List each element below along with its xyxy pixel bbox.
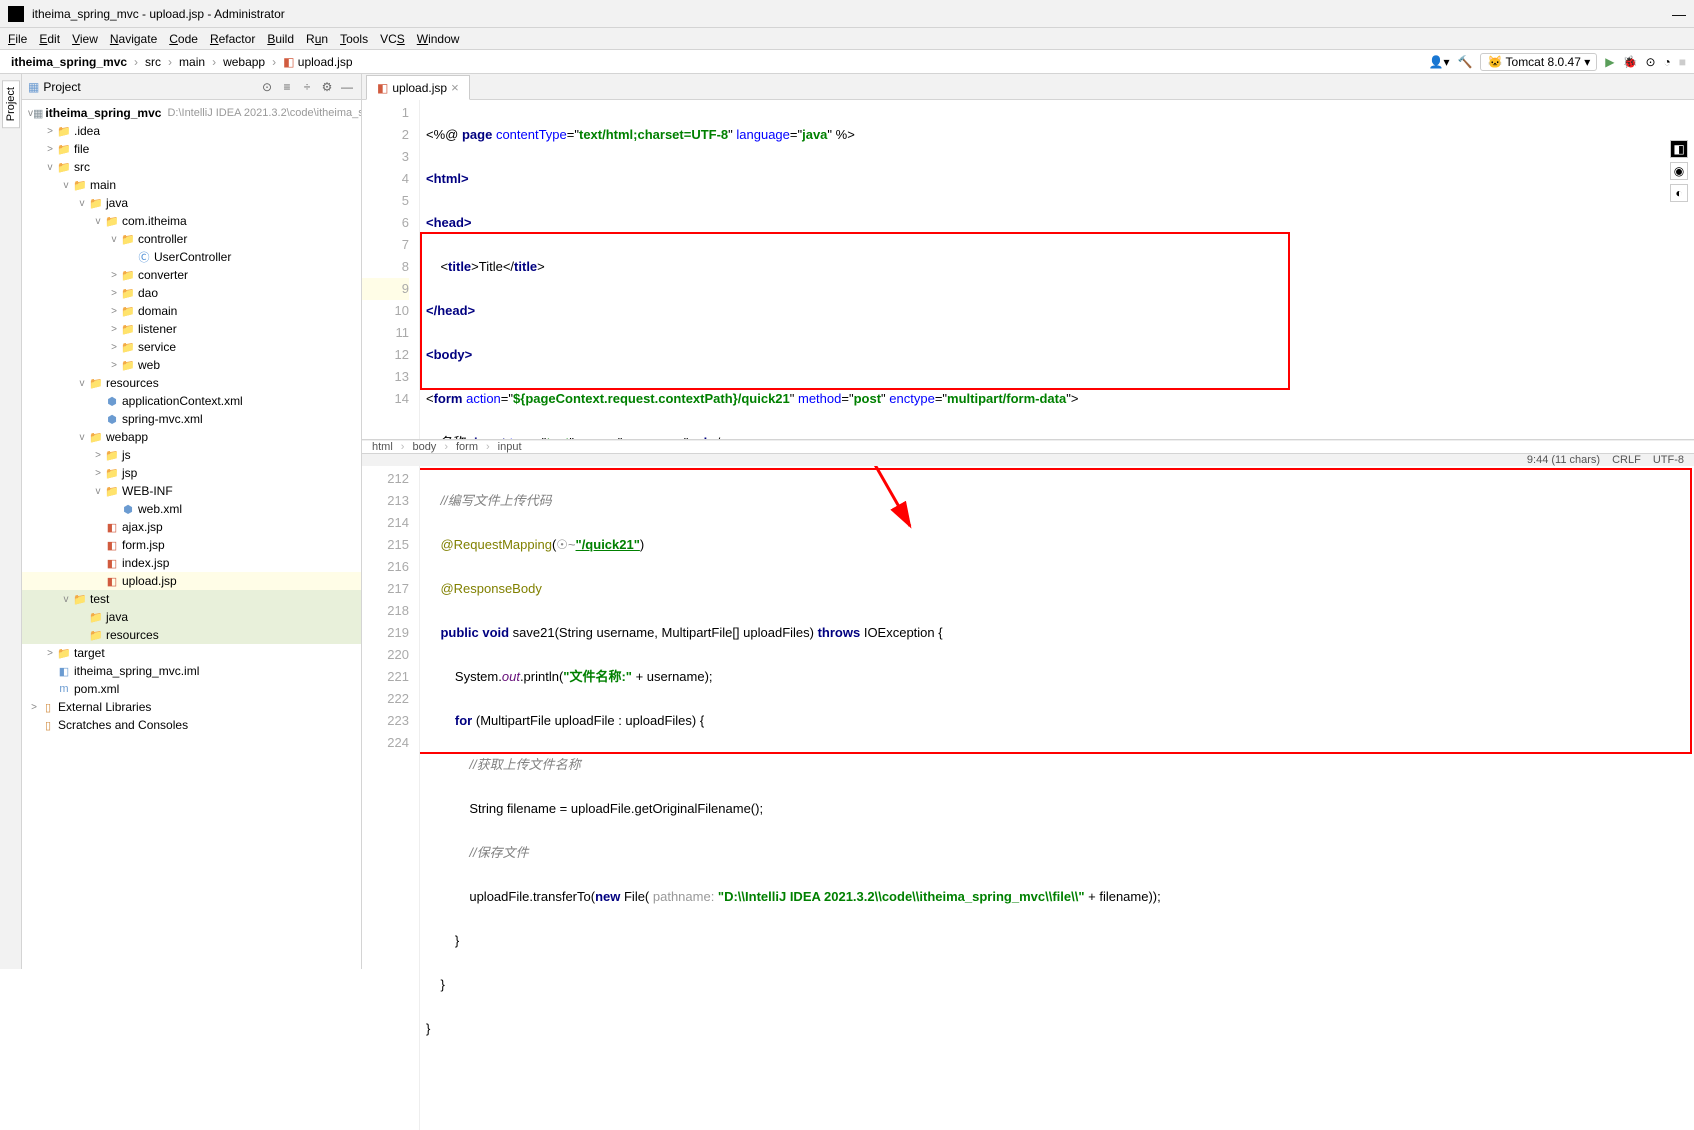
editor-pane-jsp[interactable]: 1234567891011121314 <%@ page contentType… [362,100,1694,440]
menu-tools[interactable]: Tools [336,32,372,46]
sidebar-title: Project [43,80,255,94]
tree-item-web[interactable]: >📁web [22,356,361,374]
tree-item-upload.jsp[interactable]: ◧upload.jsp [22,572,361,590]
tree-item-com.itheima[interactable]: v📁com.itheima [22,212,361,230]
coverage-icon[interactable]: ⊙ [1645,55,1655,69]
gutter-bottom: 212213214215216217218219220221222223224 [362,466,420,1130]
tab-upload-jsp[interactable]: ◧upload.jsp× [366,75,470,100]
tree-item-itheima_spring_mvc.iml[interactable]: ◧itheima_spring_mvc.iml [22,662,361,680]
tree-item-UserController[interactable]: ⒸUserController [22,248,361,266]
tree-item-resources[interactable]: 📁resources [22,626,361,644]
titlebar: itheima_spring_mvc - upload.jsp - Admini… [0,0,1694,28]
bc-src[interactable]: src [142,55,164,69]
menu-window[interactable]: Window [413,32,464,46]
editor-statusbar: 9:44 (11 chars) CRLF UTF-8 [362,453,1694,466]
tree-item-src[interactable]: v📁src [22,158,361,176]
line-ending[interactable]: CRLF [1612,454,1641,466]
tree-scratches[interactable]: ▯ Scratches and Consoles [22,716,361,734]
tree-item-listener[interactable]: >📁listener [22,320,361,338]
tree-external-libs[interactable]: >▯ External Libraries [22,698,361,716]
menubar: File Edit View Navigate Code Refactor Bu… [0,28,1694,50]
collapse-icon[interactable]: ÷ [299,80,315,94]
stop-icon[interactable]: ■ [1679,55,1686,69]
bc-main[interactable]: main [176,55,208,69]
user-icon[interactable]: 👤▾ [1429,55,1450,69]
tree-item-converter[interactable]: >📁converter [22,266,361,284]
settings-icon[interactable]: ⚙ [319,80,335,94]
menu-refactor[interactable]: Refactor [206,32,259,46]
expand-icon[interactable]: ≡ [279,80,295,94]
chrome-icon[interactable]: ◉ [1670,162,1688,180]
tree-item-java[interactable]: 📁java [22,608,361,626]
tree-item-ajax.jsp[interactable]: ◧ajax.jsp [22,518,361,536]
tree-item-jsp[interactable]: >📁jsp [22,464,361,482]
editor-breadcrumb: html› body› form› input [362,440,1694,453]
editor-pane-java[interactable]: 212213214215216217218219220221222223224 … [362,466,1694,1130]
encoding[interactable]: UTF-8 [1653,454,1684,466]
tree-item-dao[interactable]: >📁dao [22,284,361,302]
tree-item-main[interactable]: v📁main [22,176,361,194]
window-title: itheima_spring_mvc - upload.jsp - Admini… [32,7,1672,21]
tree-item-.idea[interactable]: >📁.idea [22,122,361,140]
window-controls: — [1672,6,1686,22]
menu-build[interactable]: Build [263,32,298,46]
ide-icon[interactable]: ◧ [1670,140,1688,158]
nav-breadcrumbs: itheima_spring_mvc› src› main› webapp› ◧… [0,50,1694,74]
menu-view[interactable]: View [68,32,102,46]
tree-item-file[interactable]: >📁file [22,140,361,158]
tree-item-index.jsp[interactable]: ◧index.jsp [22,554,361,572]
bc-root[interactable]: itheima_spring_mvc [8,55,130,69]
tree-root[interactable]: v▦ itheima_spring_mvc D:\IntelliJ IDEA 2… [22,104,361,122]
project-toolwindow-tab[interactable]: Project [2,80,20,128]
menu-file[interactable]: File [4,32,31,46]
hide-icon[interactable]: — [339,80,355,94]
edge-icon[interactable]: ◐ [1670,184,1688,202]
project-sidebar: ▦ Project ⊙ ≡ ÷ ⚙ — v▦ itheima_spring_mv… [22,74,362,969]
gutter-top: 1234567891011121314 [362,100,420,439]
menu-vcs[interactable]: VCS [376,32,409,46]
sidebar-header: ▦ Project ⊙ ≡ ÷ ⚙ — [22,74,361,100]
bc-file[interactable]: ◧ upload.jsp [280,55,355,69]
profile-icon[interactable]: ◔ [1664,55,1671,69]
bc-webapp[interactable]: webapp [220,55,268,69]
tree-item-pom.xml[interactable]: mpom.xml [22,680,361,698]
close-icon[interactable]: × [451,80,459,95]
tree-item-resources[interactable]: v📁resources [22,374,361,392]
tree-item-webapp[interactable]: v📁webapp [22,428,361,446]
code-bottom[interactable]: //编写文件上传代码 @RequestMapping(☉~"/quick21")… [420,466,1694,1130]
tree-item-js[interactable]: >📁js [22,446,361,464]
editor-main: ◧upload.jsp× 1234567891011121314 <%@ pag… [362,74,1694,969]
cursor-pos: 9:44 (11 chars) [1527,454,1600,466]
editor-tabs: ◧upload.jsp× [362,74,1694,100]
debug-icon[interactable]: 🐞 [1622,55,1637,69]
build-icon[interactable]: 🔨 [1458,55,1473,69]
code-top[interactable]: <%@ page contentType="text/html;charset=… [420,100,1694,439]
menu-run[interactable]: Run [302,32,332,46]
menu-navigate[interactable]: Navigate [106,32,161,46]
tree-item-service[interactable]: >📁service [22,338,361,356]
menu-code[interactable]: Code [165,32,202,46]
tree-item-spring-mvc.xml[interactable]: ⬢spring-mvc.xml [22,410,361,428]
run-config-dropdown[interactable]: 🐱 Tomcat 8.0.47 ▾ [1480,53,1597,71]
tree-item-WEB-INF[interactable]: v📁WEB-INF [22,482,361,500]
locate-icon[interactable]: ⊙ [259,80,275,94]
tree-item-web.xml[interactable]: ⬢web.xml [22,500,361,518]
tree-item-applicationContext.xml[interactable]: ⬢applicationContext.xml [22,392,361,410]
tree-item-java[interactable]: v📁java [22,194,361,212]
minimize-icon[interactable]: — [1672,6,1686,22]
tree-item-domain[interactable]: >📁domain [22,302,361,320]
tree-item-form.jsp[interactable]: ◧form.jsp [22,536,361,554]
tree-item-target[interactable]: >📁target [22,644,361,662]
run-icon[interactable]: ▶ [1605,55,1614,69]
left-toolstrip: Project [0,74,22,969]
tree-item-test[interactable]: v📁test [22,590,361,608]
tree-item-controller[interactable]: v📁controller [22,230,361,248]
editor-float-icons: ◧ ◉ ◐ [1670,140,1688,202]
menu-edit[interactable]: Edit [35,32,64,46]
app-logo-icon [8,6,24,22]
project-tree[interactable]: v▦ itheima_spring_mvc D:\IntelliJ IDEA 2… [22,100,361,969]
